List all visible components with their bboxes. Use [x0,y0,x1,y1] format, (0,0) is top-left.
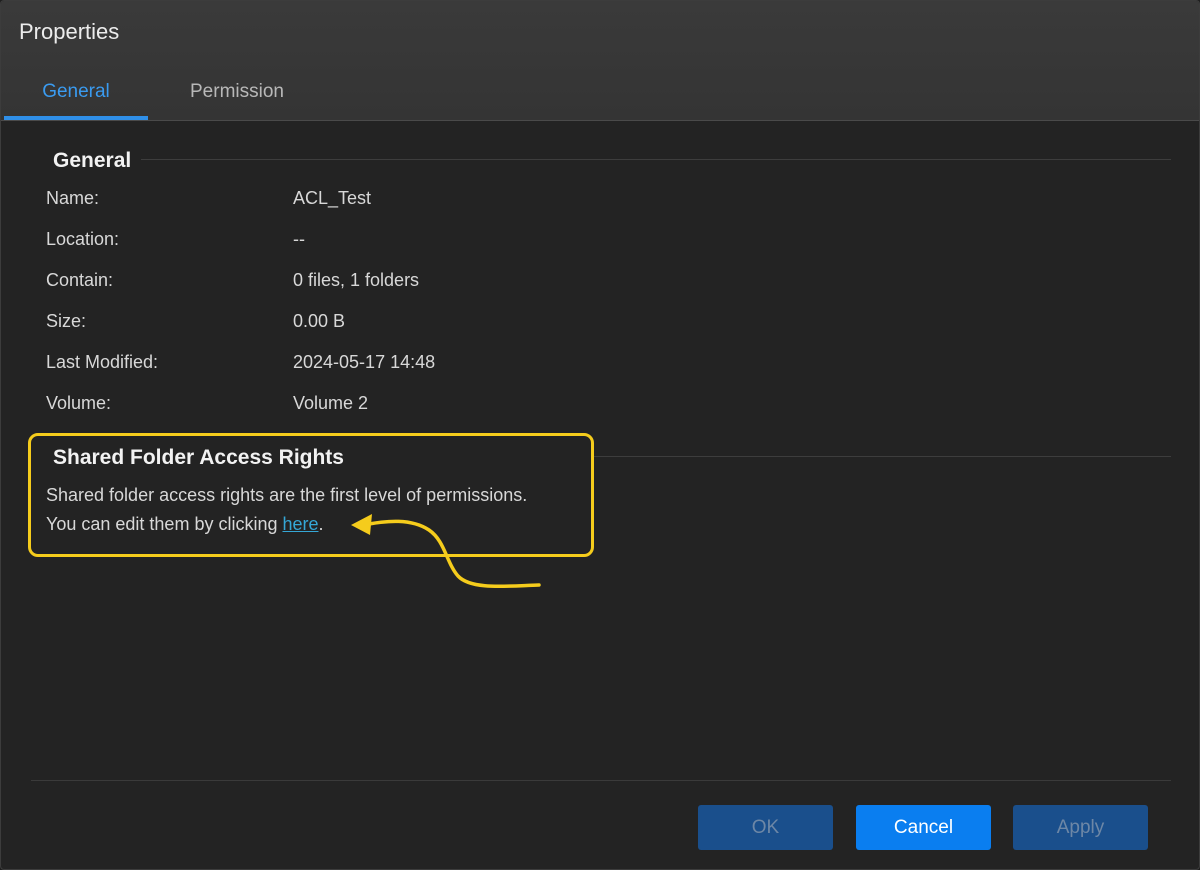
general-section-divider [141,159,1171,160]
contain-label: Contain: [46,270,114,290]
apply-button[interactable]: Apply [1013,805,1148,850]
size-value: 0.00 B [293,311,346,331]
location-value: -- [293,229,305,249]
footer-divider [31,780,1171,781]
volume-label: Volume: [46,393,112,413]
general-section-title: General [53,149,132,172]
name-label: Name: [46,188,100,208]
properties-dialog: Properties General Permission General Na… [0,0,1200,870]
ok-button[interactable]: OK [698,805,833,850]
contain-value: 0 files, 1 folders [293,270,420,290]
tab-permission[interactable]: Permission [161,63,313,120]
location-label: Location: [46,229,120,249]
annotation-arrow-icon [351,514,541,589]
dialog-title: Properties [19,19,120,44]
last-modified-value: 2024-05-17 14:48 [293,352,436,372]
size-label: Size: [46,311,87,331]
cancel-button[interactable]: Cancel [856,805,991,850]
last-modified-label: Last Modified: [46,352,159,372]
volume-value: Volume 2 [293,393,369,413]
access-section-divider [594,456,1171,457]
dialog-header: Properties General Permission [1,1,1199,121]
tab-general[interactable]: General [4,63,148,120]
name-value: ACL_Test [293,188,372,208]
